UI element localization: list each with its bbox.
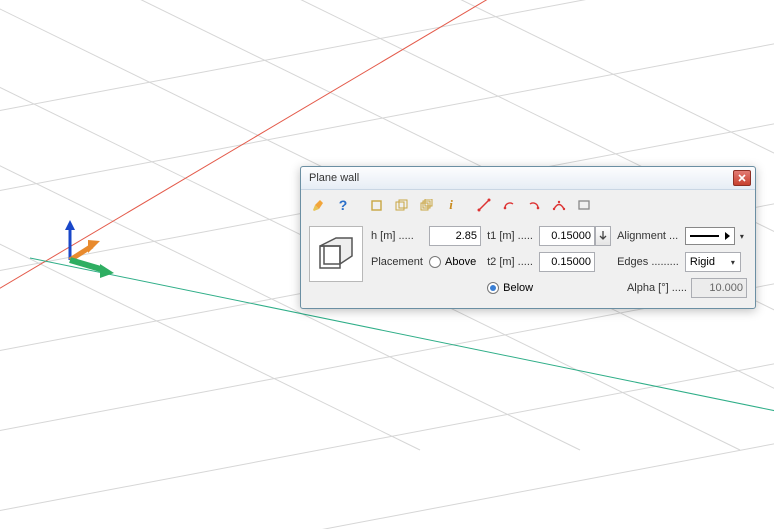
rect-tool-icon[interactable] (573, 194, 595, 216)
h-input[interactable] (429, 226, 481, 246)
layer-1-icon[interactable] (365, 194, 387, 216)
layer-3-icon[interactable] (415, 194, 437, 216)
layer-2-icon[interactable] (390, 194, 412, 216)
help-icon[interactable]: ? (332, 194, 354, 216)
arc-cw-icon[interactable] (498, 194, 520, 216)
alpha-label: Alpha [°] ..... (627, 282, 687, 294)
copy-down-button[interactable] (595, 226, 611, 246)
info-icon[interactable]: i (440, 194, 462, 216)
above-label: Above (445, 256, 476, 268)
alignment-selector[interactable] (685, 227, 735, 245)
close-button[interactable] (733, 170, 751, 186)
placement-below-radio[interactable]: Below (487, 282, 533, 294)
t1-label: t1 [m] ..... (487, 230, 533, 242)
placement-label: Placement (371, 256, 423, 268)
alignment-dropdown-icon[interactable]: ▾ (737, 232, 747, 241)
line-tool-icon[interactable] (473, 194, 495, 216)
dialog-titlebar[interactable]: Plane wall (301, 167, 755, 190)
chevron-down-icon: ▾ (728, 258, 738, 267)
placement-above-radio[interactable]: Above (429, 256, 481, 268)
t1-input[interactable] (539, 226, 595, 246)
arc-3pt-icon[interactable] (548, 194, 570, 216)
t2-input[interactable] (539, 252, 595, 272)
arc-ccw-icon[interactable] (523, 194, 545, 216)
tool-pencil-icon[interactable] (307, 194, 329, 216)
alignment-label: Alignment ... (617, 230, 679, 242)
dialog-toolbar: ? i (301, 190, 755, 220)
t2-label: t2 [m] ..... (487, 256, 533, 268)
below-label: Below (503, 282, 533, 294)
edges-value: Rigid (690, 256, 715, 268)
edges-label: Edges ......... (617, 256, 679, 268)
h-label: h [m] ..... (371, 230, 423, 242)
wall-preview-icon (309, 226, 363, 282)
dialog-title: Plane wall (309, 172, 359, 184)
plane-wall-dialog: Plane wall ? i (300, 166, 756, 309)
alpha-input (691, 278, 747, 298)
edges-select[interactable]: Rigid ▾ (685, 252, 741, 272)
